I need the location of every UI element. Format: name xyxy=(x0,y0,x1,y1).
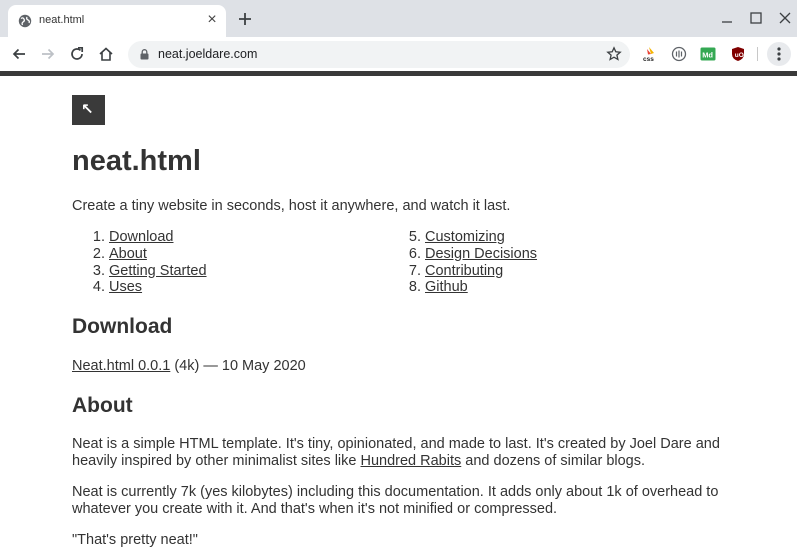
toc-link-design-decisions[interactable]: Design Decisions xyxy=(425,246,537,262)
toc-link-about[interactable]: About xyxy=(109,246,147,262)
bookmark-star-icon[interactable] xyxy=(606,46,622,62)
toc-item: 6. Design Decisions xyxy=(408,245,538,262)
toc-item: 7. Contributing xyxy=(408,262,504,279)
kebab-menu-icon xyxy=(777,47,781,61)
close-window-icon[interactable] xyxy=(777,10,793,26)
back-icon[interactable] xyxy=(10,45,28,63)
download-meta: (4k) — 10 May 2020 xyxy=(170,358,306,374)
tab-strip: neat.html × xyxy=(0,0,797,37)
forward-icon[interactable] xyxy=(39,45,57,63)
toc-item: 2. About xyxy=(92,245,147,262)
browser-menu-button[interactable] xyxy=(767,42,791,66)
about-paragraph-2: Neat is currently 7k (yes kilobytes) inc… xyxy=(72,484,719,517)
about-quote: "That's pretty neat!" xyxy=(72,532,198,548)
toc-link-uses[interactable]: Uses xyxy=(109,279,142,295)
ublock-shield-icon[interactable]: uO xyxy=(730,46,746,62)
minimize-icon[interactable] xyxy=(719,10,735,26)
about-paragraph-1: Neat is a simple HTML template. It's tin… xyxy=(72,436,720,469)
hundred-rabits-link[interactable]: Hundred Rabits xyxy=(361,453,462,469)
globe-icon xyxy=(18,14,32,28)
toc-item: 1. Download xyxy=(92,229,174,245)
toc-right-column: 5. Customizing 6. Design Decisions 7. Contr… xyxy=(388,229,537,296)
page-title: neat.html xyxy=(72,145,201,177)
toc-item: 8. Github xyxy=(408,279,468,296)
download-heading: Download xyxy=(72,315,173,338)
media-extension-icon[interactable] xyxy=(671,46,687,62)
maximize-icon[interactable] xyxy=(748,10,764,26)
toolbar-separator xyxy=(757,47,758,61)
about-heading: About xyxy=(72,394,133,417)
tab-title: neat.html xyxy=(39,14,85,26)
download-line: Neat.html 0.0.1 (4k) — 10 May 2020 xyxy=(72,358,732,375)
toc-link-customizing[interactable]: Customizing xyxy=(425,229,505,245)
close-tab-icon[interactable]: × xyxy=(204,12,220,28)
home-icon[interactable] xyxy=(97,45,115,63)
up-arrow-button[interactable]: ↖ xyxy=(72,95,105,125)
new-tab-icon[interactable] xyxy=(236,10,254,28)
reload-icon[interactable] xyxy=(68,45,86,63)
url-text[interactable]: neat.joeldare.com xyxy=(158,47,257,61)
toc-left-column: 1. Download 2. About 3. Getting Started 4. U… xyxy=(72,229,207,296)
toc-link-getting-started[interactable]: Getting Started xyxy=(109,263,207,279)
toc-link-github[interactable]: Github xyxy=(425,279,468,295)
up-left-arrow-icon: ↖ xyxy=(81,101,94,118)
page-top-border xyxy=(0,71,797,76)
toc-item: 3. Getting Started xyxy=(92,262,207,279)
browser-toolbar: neat.joeldare.com css Md uO xyxy=(0,37,797,71)
address-bar[interactable]: neat.joeldare.com xyxy=(128,41,630,68)
toc-item: 5. Customizing xyxy=(408,229,505,245)
lock-icon[interactable] xyxy=(140,49,149,60)
browser-tab[interactable]: neat.html × xyxy=(8,5,226,37)
page-tagline: Create a tiny website in seconds, host i… xyxy=(72,198,511,214)
toc-item: 4. Uses xyxy=(92,279,143,296)
svg-text:Md: Md xyxy=(702,51,713,60)
svg-text:uO: uO xyxy=(735,52,744,59)
toc-link-contributing[interactable]: Contributing xyxy=(425,263,503,279)
download-link[interactable]: Neat.html 0.0.1 xyxy=(72,358,170,374)
svg-text:css: css xyxy=(643,56,654,62)
markdown-extension-icon[interactable]: Md xyxy=(700,46,716,62)
toc-link-download[interactable]: Download xyxy=(109,229,174,245)
css-extension-icon[interactable]: css xyxy=(642,46,658,62)
